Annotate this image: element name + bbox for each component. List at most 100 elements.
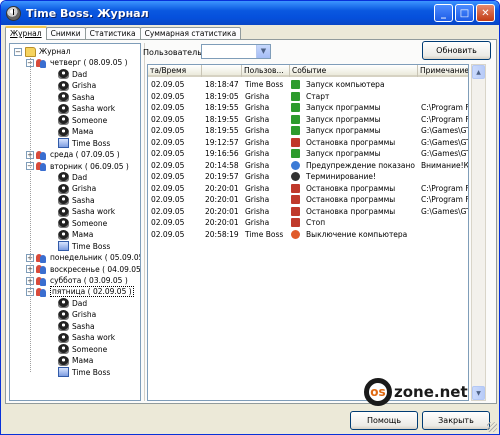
title-bar[interactable]: Time Boss. Журнал _ □ ✕	[1, 1, 499, 25]
column-header-note[interactable]: Примечание	[418, 65, 468, 77]
table-row[interactable]: 02.09.05 20:14:58 Grisha Предупреждение пок…	[148, 160, 468, 172]
table-row[interactable]: 02.09.05 20:20:01 Grisha Остановка программ…	[148, 183, 468, 195]
tree-user-item[interactable]: Sasha	[58, 195, 95, 206]
tree-user-item[interactable]: Мама	[58, 126, 93, 137]
cell-date: 02.09.05	[151, 80, 185, 89]
tree-day-item[interactable]: вторник ( 06.09.05 )	[36, 161, 129, 172]
tree-user-item[interactable]: Grisha	[58, 183, 96, 194]
tree-user-item[interactable]: Мама	[58, 355, 93, 366]
table-row[interactable]: 02.09.05 18:19:55 Grisha Запуск программы C:…	[148, 114, 468, 126]
event-text: Остановка программы	[306, 183, 396, 193]
cell-time: 20:20:01	[205, 206, 239, 216]
table-row[interactable]: 02.09.05 20:58:19 Time Boss Выключение комп…	[148, 229, 468, 241]
tree-user-item[interactable]: Sasha work	[58, 206, 115, 217]
tree-day-item[interactable]: среда ( 07.09.05 )	[36, 149, 120, 160]
tree-user-item-label: Sasha work	[72, 207, 116, 217]
user-icon	[58, 69, 69, 80]
tab-journal[interactable]: Журнал	[5, 26, 47, 40]
users-group-icon	[36, 161, 47, 171]
user-icon	[58, 126, 69, 137]
tree-day-item[interactable]: воскресенье ( 04.09.05 )	[36, 264, 140, 275]
table-row[interactable]: 02.09.05 20:20:01 Grisha Остановка программ…	[148, 206, 468, 218]
cell-note	[418, 91, 468, 103]
tree-user-item[interactable]: Sasha work	[58, 332, 115, 343]
tree-day-item[interactable]: пятница ( 02.09.05 )	[36, 286, 134, 298]
close-window-button[interactable]: ✕	[476, 4, 495, 22]
tree-day-item[interactable]: понедельник ( 05.09.05 )	[36, 252, 140, 263]
tree-user-item[interactable]: Time Boss	[58, 138, 110, 149]
users-group-icon	[36, 287, 47, 297]
cell-event: Выключение компьютера	[290, 229, 418, 241]
computer-icon	[58, 367, 69, 378]
column-header-event[interactable]: Событие	[290, 65, 418, 77]
journal-tree[interactable]: − Журнал − четверг ( 08.09.05 ) Dad Grisha Sas…	[9, 43, 141, 401]
event-list[interactable]: та/Время Пользов... Событие Примечание 0…	[147, 64, 469, 401]
user-icon	[58, 172, 69, 183]
cell-user: Grisha	[245, 195, 270, 204]
event-text: Остановка программы	[306, 137, 396, 147]
cell-time: 19:12:57	[205, 137, 239, 147]
chevron-down-icon[interactable]: ▼	[256, 45, 270, 58]
tree-guide-line	[30, 58, 31, 373]
tree-user-item[interactable]: Dad	[58, 69, 87, 80]
cell-date: 02.09.05	[151, 103, 185, 112]
tree-user-item[interactable]: Dad	[58, 298, 87, 309]
table-row[interactable]: 02.09.05 18:19:55 Grisha Запуск программы G:…	[148, 125, 468, 137]
splitter[interactable]	[144, 43, 145, 401]
tree-day-item[interactable]: суббота ( 03.09.05 )	[36, 275, 128, 286]
scroll-up-button[interactable]: ▲	[472, 65, 485, 79]
collapse-root-icon[interactable]: −	[14, 47, 22, 56]
tree-user-item[interactable]: Sasha work	[58, 103, 115, 114]
tree-root-journal[interactable]: Журнал	[25, 46, 71, 57]
user-icon	[58, 298, 69, 309]
cell-date: 02.09.05	[151, 206, 185, 216]
table-row[interactable]: 02.09.05 19:12:57 Grisha Остановка программ…	[148, 137, 468, 149]
start-arrow-icon	[291, 114, 300, 124]
tree-user-item[interactable]: Someone	[58, 344, 107, 355]
tree-day-item[interactable]: четверг ( 08.09.05 )	[36, 57, 128, 68]
tree-day-item-label: суббота ( 03.09.05 )	[50, 276, 128, 285]
cell-user: Grisha	[245, 149, 270, 158]
tree-user-item[interactable]: Dad	[58, 172, 87, 183]
refresh-button[interactable]: Обновить	[422, 41, 491, 60]
resize-grip[interactable]	[487, 422, 497, 432]
close-button[interactable]: Закрыть	[422, 411, 490, 430]
table-row[interactable]: 02.09.05 20:19:57 Grisha Терминирование!	[148, 171, 468, 183]
cell-event: Остановка программы	[290, 137, 418, 149]
tree-user-item[interactable]: Sasha	[58, 321, 95, 332]
tree-user-item-label: Time Boss	[72, 241, 111, 251]
tree-user-item[interactable]: Мама	[58, 229, 93, 240]
maximize-button[interactable]: □	[455, 4, 474, 22]
tree-user-item[interactable]: Time Boss	[58, 241, 110, 252]
table-row[interactable]: 02.09.05 18:19:05 Grisha Старт	[148, 91, 468, 103]
cell-date: 02.09.05	[151, 160, 185, 170]
vertical-scrollbar[interactable]: ▲ ▼	[471, 64, 486, 401]
user-icon	[58, 103, 69, 114]
users-group-icon	[36, 264, 47, 275]
help-button[interactable]: Помощь	[350, 411, 418, 430]
tree-user-item[interactable]: Grisha	[58, 80, 96, 91]
tree-user-item[interactable]: Sasha	[58, 92, 95, 103]
column-header-datetime[interactable]: та/Время	[148, 65, 202, 77]
user-filter-select[interactable]: ▼	[201, 44, 271, 59]
table-row[interactable]: 02.09.05 20:20:01 Grisha Стоп	[148, 217, 468, 229]
table-row[interactable]: 02.09.05 18:18:47 Time Boss Запуск компьюте…	[148, 79, 468, 91]
column-header-user[interactable]: Пользов...	[242, 65, 290, 77]
table-row[interactable]: 02.09.05 19:16:56 Grisha Запуск программы G:…	[148, 148, 468, 160]
tree-user-item[interactable]: Someone	[58, 115, 107, 126]
cell-time: 18:19:55	[205, 114, 239, 124]
cell-user: Grisha	[245, 172, 270, 181]
tree-user-item[interactable]: Someone	[58, 218, 107, 229]
tree-user-item[interactable]: Time Boss	[58, 367, 110, 378]
minimize-button[interactable]: _	[434, 4, 453, 22]
tree-user-item[interactable]: Grisha	[58, 309, 96, 320]
cell-note	[418, 217, 468, 229]
column-header-time[interactable]	[202, 65, 242, 77]
start-arrow-icon	[291, 91, 300, 101]
cell-event: Запуск программы	[290, 102, 418, 114]
tree-user-item-label: Grisha	[72, 310, 97, 320]
table-row[interactable]: 02.09.05 18:19:55 Grisha Запуск программы C:…	[148, 102, 468, 114]
table-row[interactable]: 02.09.05 20:20:01 Grisha Остановка программ…	[148, 194, 468, 206]
window-title: Time Boss. Журнал	[26, 6, 149, 20]
cell-event: Остановка программы	[290, 183, 418, 195]
